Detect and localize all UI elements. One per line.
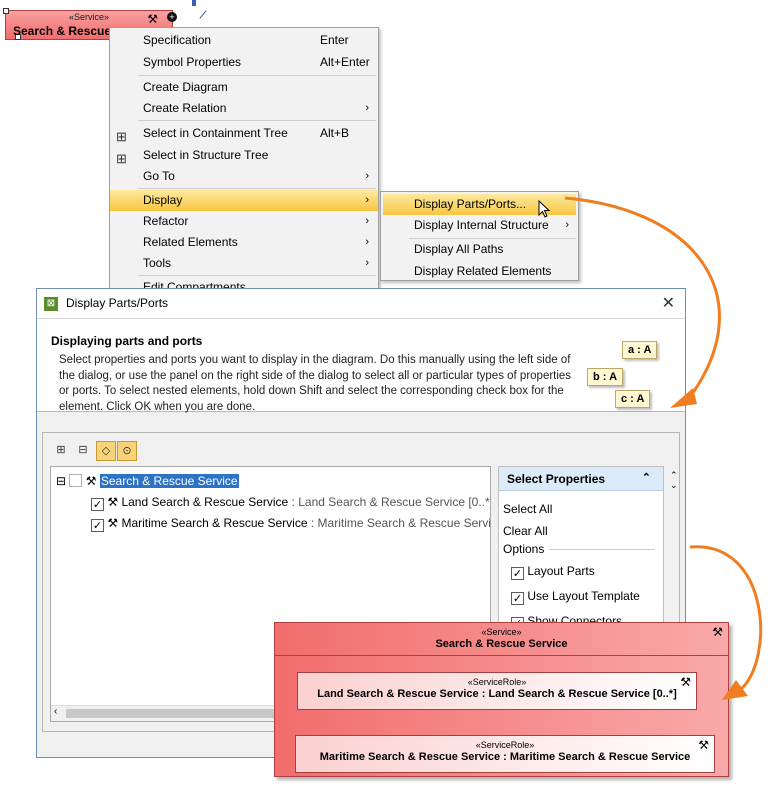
arrowhead-icon <box>670 388 697 408</box>
annotation-arrows <box>564 196 763 700</box>
arrowhead-icon <box>722 680 748 700</box>
canvas-marker <box>192 0 196 6</box>
arrow-dialog-to-diagram <box>689 545 763 692</box>
arrow-menu-to-dialog <box>564 196 721 398</box>
